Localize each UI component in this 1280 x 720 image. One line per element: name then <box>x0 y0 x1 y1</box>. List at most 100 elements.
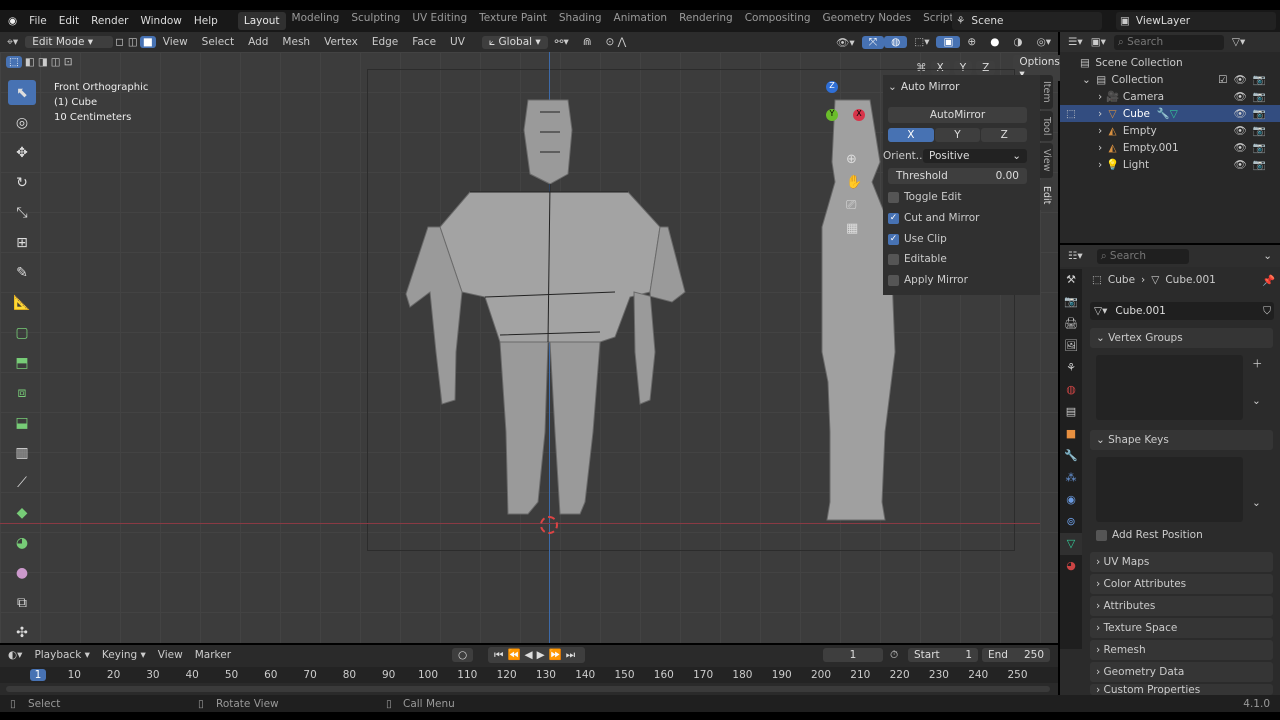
spin-tool-icon[interactable]: ◕ <box>8 530 36 555</box>
tab-rendering[interactable]: Rendering <box>673 12 739 30</box>
tab-compositing[interactable]: Compositing <box>739 12 817 30</box>
menu-uv[interactable]: UV <box>443 36 472 48</box>
extrude-tool-icon[interactable]: ⬒ <box>8 350 36 375</box>
automirror-button[interactable]: AutoMirror <box>888 107 1027 123</box>
checkbox[interactable] <box>888 191 899 203</box>
select-mode-vertex-icon[interactable]: ◻ <box>113 36 126 48</box>
output-tab-icon[interactable]: 🖨 <box>1060 313 1082 335</box>
knife-tool-icon[interactable]: ⟋ <box>8 470 36 495</box>
modifier-wrench-icon[interactable]: 🔧 <box>1157 107 1170 120</box>
3d-cursor-icon[interactable] <box>540 516 558 534</box>
use-clip-checkbox[interactable]: ✓ Use Clip <box>888 231 1027 247</box>
select-box-tool-icon[interactable]: ⬉ <box>8 80 36 105</box>
vertex-groups-list[interactable] <box>1096 355 1243 420</box>
menu-add[interactable]: Add <box>241 36 275 48</box>
transform-tool-icon[interactable]: ⊞ <box>8 230 36 255</box>
start-frame-field[interactable]: Start 1 <box>908 648 978 662</box>
outliner-filter-view-icon[interactable]: ▣▾ <box>1091 36 1106 48</box>
poly-build-tool-icon[interactable]: ◆ <box>8 500 36 525</box>
xray-toggle-icon[interactable]: ▣ <box>936 36 961 48</box>
rip-tool-icon[interactable]: ✣ <box>8 620 36 645</box>
mesh-data-icon[interactable]: ▽ <box>1170 108 1178 120</box>
tab-shading[interactable]: Shading <box>553 12 608 30</box>
filter-icon[interactable]: ▽▾ <box>1232 36 1245 48</box>
apply-mirror-checkbox[interactable]: Apply Mirror <box>888 272 1027 288</box>
shear-tool-icon[interactable]: ⧉ <box>8 590 36 615</box>
orientation-dropdown[interactable]: ⟀ Global ▾ <box>481 35 548 49</box>
menu-face[interactable]: Face <box>405 36 443 48</box>
gizmo-x-axis[interactable]: X <box>853 109 865 121</box>
visibility-toggles[interactable]: 👁📷 <box>1234 158 1280 171</box>
timeline-editor-icon[interactable]: ◐▾ <box>8 649 22 661</box>
ortho-grid-icon[interactable]: ▦ <box>846 221 862 236</box>
checkbox[interactable] <box>888 253 899 265</box>
measure-tool-icon[interactable]: 📐 <box>8 290 36 315</box>
checkbox-checked[interactable]: ✓ <box>888 212 899 224</box>
tab-edit[interactable]: Edit <box>1040 179 1053 211</box>
object-tab-icon[interactable]: ■ <box>1060 423 1082 445</box>
axis-x-button[interactable]: X <box>888 128 934 142</box>
menu-help[interactable]: Help <box>188 15 224 27</box>
menu-render[interactable]: Render <box>85 15 134 27</box>
collection-tab-icon[interactable]: ▤ <box>1060 401 1082 423</box>
scene-name[interactable]: Scene <box>971 15 1003 27</box>
fake-user-shield-icon[interactable]: ⛉ <box>1263 305 1274 318</box>
menu-vertex[interactable]: Vertex <box>317 36 365 48</box>
render-tab-icon[interactable]: 📷 <box>1060 291 1082 313</box>
cursor-tool-icon[interactable]: ◎ <box>8 110 36 135</box>
outliner-search-input[interactable]: ⌕ Search <box>1113 34 1224 50</box>
bevel-tool-icon[interactable]: ⬓ <box>8 410 36 435</box>
rotate-tool-icon[interactable]: ↻ <box>8 170 36 195</box>
blender-logo-icon[interactable]: ◉ <box>0 15 23 27</box>
scene-icon[interactable]: ⚘ <box>956 15 965 27</box>
mesh-edit-overlay-icon[interactable]: ⬚▾ <box>907 36 936 48</box>
menu-marker[interactable]: Marker <box>195 649 231 661</box>
pivot-icon[interactable]: ⚯▾ <box>548 36 576 48</box>
visibility-toggles[interactable]: 👁📷 <box>1234 107 1280 120</box>
preview-range-stopwatch-icon[interactable]: ⏱ <box>890 649 898 662</box>
axis-z-button[interactable]: Z <box>981 128 1028 142</box>
attributes-panel-header[interactable]: › Attributes <box>1090 596 1273 616</box>
auto-keying-toggle-icon[interactable]: ○ <box>452 648 474 662</box>
mesh-browse-icon[interactable]: ▽▾ <box>1094 305 1107 317</box>
outliner-item-cube[interactable]: ⬚ › ▽ Cube 🔧 ▽ 👁📷 <box>1060 105 1280 122</box>
material-tab-icon[interactable]: ◕ <box>1060 555 1082 577</box>
outliner-item-empty-001[interactable]: › ◭ Empty.001 👁📷 <box>1060 139 1280 156</box>
shading-rendered-icon[interactable]: ◎▾ <box>1030 36 1058 48</box>
tab-uv-editing[interactable]: UV Editing <box>406 12 473 30</box>
visibility-icon[interactable]: 👁▾ <box>829 36 862 49</box>
visibility-toggles[interactable]: ☑👁📷 <box>1218 73 1280 86</box>
annotate-tool-icon[interactable]: ✎ <box>8 260 36 285</box>
inset-tool-icon[interactable]: ⧈ <box>8 380 36 405</box>
orientation-select[interactable]: Positive ⌄ <box>923 149 1027 163</box>
properties-options-chevron-icon[interactable]: ⌄ <box>1263 250 1280 262</box>
outliner-display-mode-icon[interactable]: ☰▾ <box>1068 36 1083 48</box>
editor-type-icon[interactable]: ⌖▾ <box>0 36 25 49</box>
current-frame-marker[interactable]: 1 <box>30 669 46 681</box>
menu-view[interactable]: View <box>156 36 195 48</box>
add-vertex-group-icon[interactable]: ＋ <box>1252 356 1263 371</box>
menu-edge[interactable]: Edge <box>365 36 405 48</box>
editable-checkbox[interactable]: Editable <box>888 251 1027 267</box>
scene-tab-icon[interactable]: ⚘ <box>1060 357 1082 379</box>
shading-solid-icon[interactable]: ● <box>983 36 1006 48</box>
cut-and-mirror-checkbox[interactable]: ✓ Cut and Mirror <box>888 210 1027 226</box>
vertex-group-menu-chevron-icon[interactable]: ⌄ <box>1252 395 1261 407</box>
visibility-toggles[interactable]: 👁📷 <box>1234 141 1280 154</box>
shape-key-menu-chevron-icon[interactable]: ⌄ <box>1252 497 1261 509</box>
tab-sculpting[interactable]: Sculpting <box>345 12 406 30</box>
texture-space-panel-header[interactable]: › Texture Space <box>1090 618 1273 638</box>
menu-keying[interactable]: Keying ▾ <box>102 649 146 661</box>
expand-chevron-icon[interactable]: ⌄ <box>1082 74 1091 86</box>
loop-cut-tool-icon[interactable]: ▥ <box>8 440 36 465</box>
view-layer-tab-icon[interactable]: 🖼 <box>1060 335 1082 357</box>
edit-mode-icon[interactable]: ⬚ <box>1066 108 1076 120</box>
shading-wireframe-icon[interactable]: ⊕ <box>960 36 983 48</box>
shape-keys-panel-header[interactable]: ⌄ Shape Keys <box>1090 430 1273 450</box>
properties-editor-type-icon[interactable]: ☷▾ <box>1068 250 1083 262</box>
world-tab-icon[interactable]: ◍ <box>1060 379 1082 401</box>
menu-edit[interactable]: Edit <box>53 15 85 27</box>
tab-animation[interactable]: Animation <box>608 12 674 30</box>
frame-ruler[interactable]: 1 10 20 30 40 50 60 70 80 90 100 110 120 130 140 150 160… <box>0 667 1058 683</box>
menu-mesh[interactable]: Mesh <box>275 36 317 48</box>
